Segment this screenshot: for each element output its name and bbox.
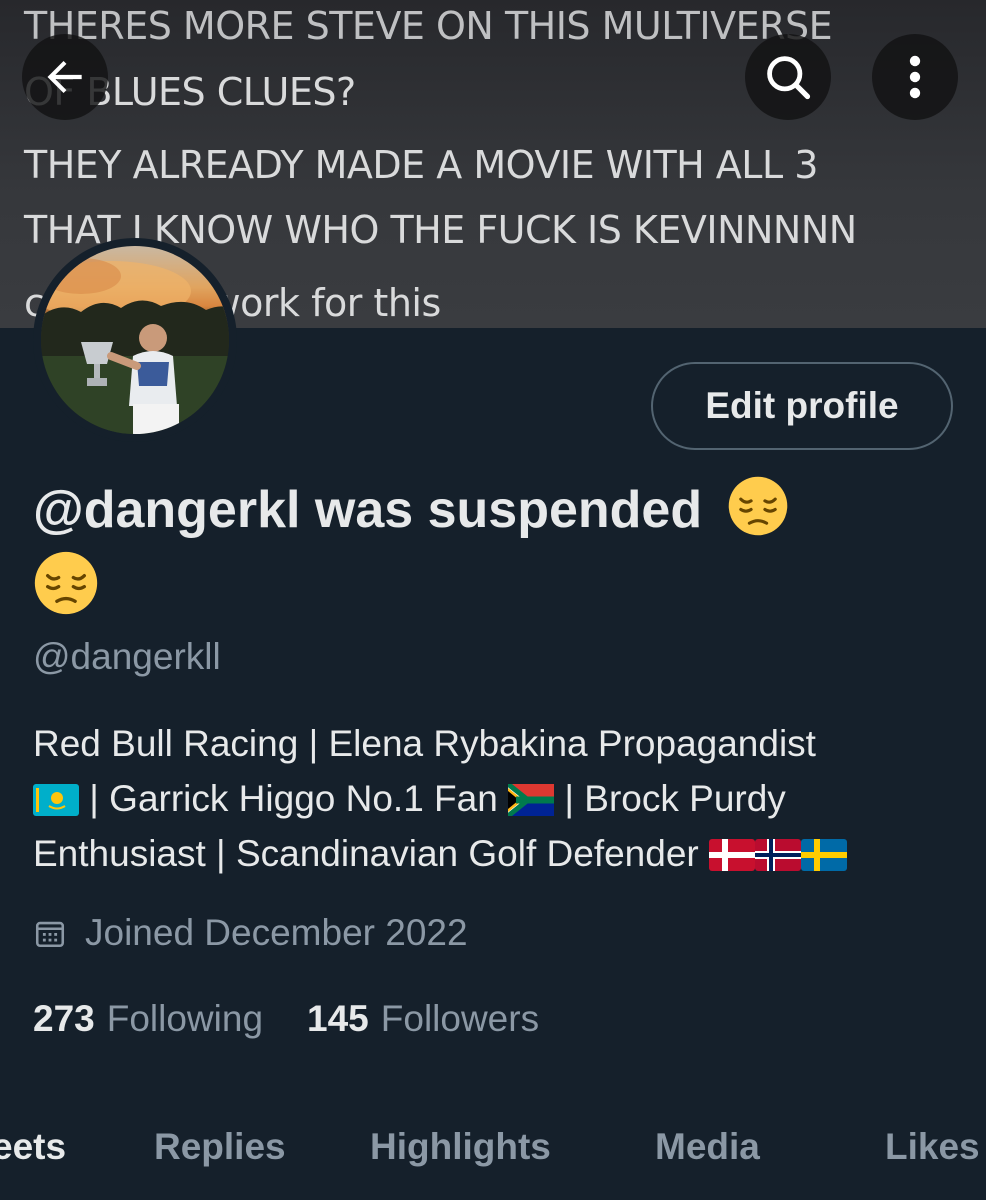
user-handle: @dangerkll	[33, 636, 221, 677]
arrow-left-icon	[47, 60, 82, 94]
display-name: @dangerkl was suspended	[33, 474, 933, 616]
joined-date: Joined December 2022	[33, 912, 468, 954]
tab-highlights[interactable]: Highlights	[370, 1126, 551, 1168]
tab-posts[interactable]: eets	[0, 1126, 66, 1168]
calendar-icon	[35, 921, 65, 948]
search-button[interactable]	[745, 34, 831, 120]
following-link[interactable]: 273 Following	[33, 998, 263, 1040]
more-options-button[interactable]	[872, 34, 958, 120]
display-name-text: @dangerkl was suspended	[33, 481, 703, 539]
search-icon	[767, 56, 811, 100]
follow-stats: 273 Following 145 Followers	[33, 998, 539, 1040]
more-vertical-icon	[909, 55, 921, 99]
profile-tabs: eets Replies Highlights Media Likes	[0, 1120, 986, 1200]
followers-count: 145	[307, 998, 369, 1039]
banner-text-line: THEY ALREADY MADE A MOVIE WITH ALL 3	[24, 143, 818, 187]
following-label: Following	[106, 998, 264, 1039]
south-africa-flag-icon	[508, 784, 555, 816]
joined-text: Joined December 2022	[85, 912, 468, 953]
pensive-face-icon	[34, 551, 98, 615]
pensive-face-icon	[728, 476, 787, 536]
tab-likes[interactable]: Likes	[885, 1126, 980, 1168]
kazakhstan-flag-icon	[33, 784, 79, 816]
banner-text-line: THERES MORE STEVE ON THIS MULTIVERSE	[24, 4, 833, 48]
bio-text: | Garrick Higgo No.1 Fan	[89, 778, 498, 819]
avatar[interactable]	[33, 238, 237, 442]
avatar-photo	[41, 258, 229, 434]
bio-text: Red Bull Racing | Elena Rybakina Propaga…	[33, 723, 816, 764]
back-button[interactable]	[22, 34, 108, 120]
avatar-image	[41, 246, 229, 434]
edit-profile-button[interactable]: Edit profile	[651, 362, 953, 450]
tab-replies[interactable]: Replies	[154, 1126, 286, 1168]
sweden-flag-icon	[801, 839, 848, 871]
followers-label: Followers	[380, 998, 540, 1039]
profile-bio: Red Bull Racing | Elena Rybakina Propaga…	[33, 716, 963, 881]
following-count: 273	[33, 998, 95, 1039]
profile-page: THERES MORE STEVE ON THIS MULTIVERSE OF …	[0, 0, 986, 1200]
followers-link[interactable]: 145 Followers	[307, 998, 539, 1040]
tab-media[interactable]: Media	[655, 1126, 760, 1168]
denmark-flag-icon	[709, 839, 756, 871]
norway-flag-icon	[755, 839, 802, 871]
